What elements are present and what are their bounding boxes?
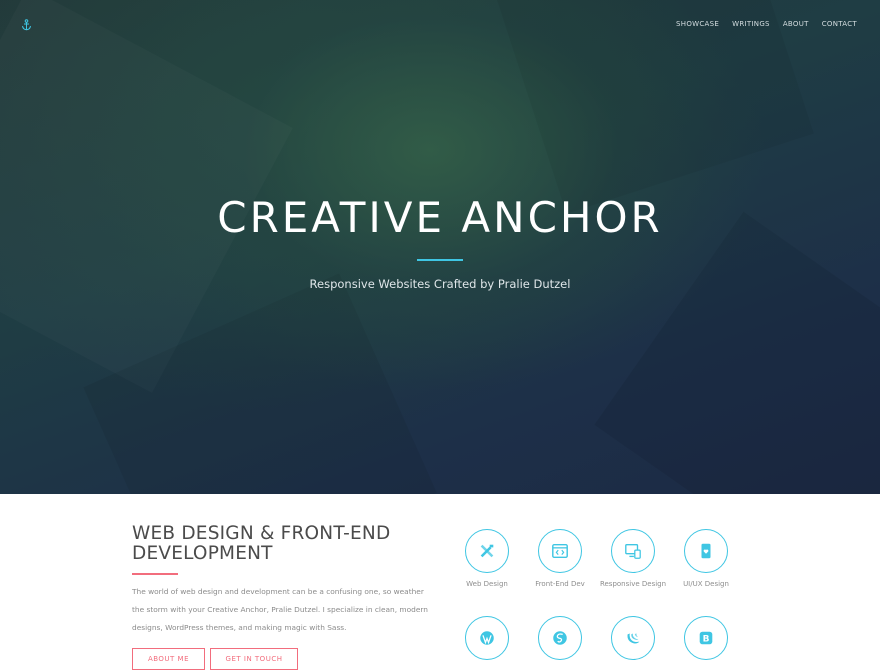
- intro-heading: WEB DESIGN & FRONT-END DEVELOPMENT: [132, 523, 391, 564]
- about-me-button[interactable]: ABOUT ME: [132, 648, 205, 670]
- hero-section: SHOWCASE WRITINGS ABOUT CONTACT CREATIVE…: [0, 0, 880, 494]
- main-nav: SHOWCASE WRITINGS ABOUT CONTACT: [663, 20, 857, 28]
- anchor-icon-graphic: [21, 19, 31, 31]
- svg-text:B: B: [703, 635, 710, 645]
- background-facet: [486, 0, 814, 214]
- intro-text: The world of web design and development …: [132, 587, 428, 632]
- heading-divider: [132, 573, 178, 575]
- hero-subtitle: Responsive Websites Crafted by Pralie Du…: [309, 277, 571, 291]
- skill-label: Responsive Design: [599, 580, 667, 588]
- skill-ui-ux-design: UI/UX Design: [669, 529, 743, 588]
- skill-responsive-design: Responsive Design: [596, 529, 670, 588]
- get-in-touch-button[interactable]: GET IN TOUCH: [210, 648, 298, 670]
- skill-label: Web Design: [466, 580, 508, 588]
- hero-title: CREATIVE ANCHOR: [217, 193, 663, 242]
- intro-section: WEB DESIGN & FRONT-END DEVELOPMENT The w…: [0, 494, 880, 670]
- skill-jquery: [596, 616, 670, 660]
- skill-label: UI/UX Design: [683, 580, 729, 588]
- skill-wordpress: [450, 616, 524, 660]
- anchor-icon[interactable]: [19, 18, 33, 32]
- code-window-icon: [538, 529, 582, 573]
- pencil-tools-icon: [465, 529, 509, 573]
- bootstrap-icon: B: [684, 616, 728, 660]
- skill-label: Front-End Dev: [535, 580, 585, 588]
- devices-icon: [611, 529, 655, 573]
- phone-heart-icon: [684, 529, 728, 573]
- skill-front-end-dev: Front-End Dev: [523, 529, 597, 588]
- nav-contact[interactable]: CONTACT: [822, 20, 857, 28]
- nav-writings[interactable]: WRITINGS: [732, 20, 770, 28]
- nav-about[interactable]: ABOUT: [783, 20, 809, 28]
- sass-icon: [538, 616, 582, 660]
- skill-web-design: Web Design: [450, 529, 524, 588]
- skills-grid: Web Design Front-End Dev Responsive Desi…: [450, 529, 750, 660]
- hero-divider: [417, 259, 463, 261]
- background-facet: [594, 211, 880, 494]
- jquery-icon: [611, 616, 655, 660]
- nav-showcase[interactable]: SHOWCASE: [676, 20, 719, 28]
- skill-bootstrap: B: [669, 616, 743, 660]
- skill-sass: [523, 616, 597, 660]
- wordpress-icon: [465, 616, 509, 660]
